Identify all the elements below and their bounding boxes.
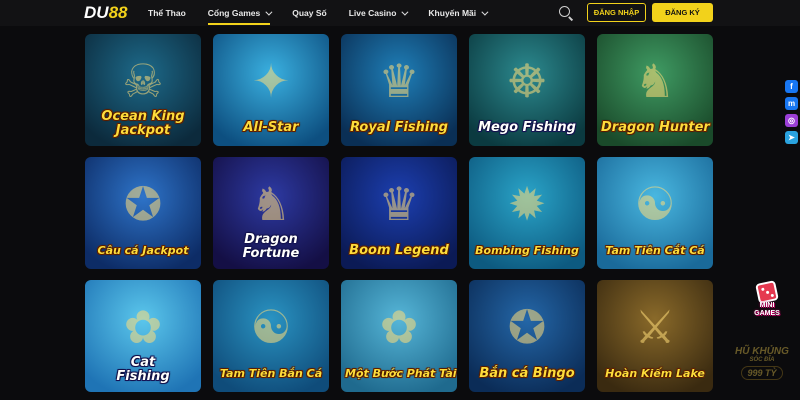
- game-card[interactable]: ♞ Dragon Hunter: [597, 34, 713, 146]
- game-character-icon: ✿: [123, 301, 163, 354]
- game-card[interactable]: ✦ All-Star: [213, 34, 329, 146]
- logo-text: DU: [84, 3, 109, 22]
- jackpot-badge-subtitle: SÓC ĐĨA: [749, 357, 775, 363]
- game-character-icon: ☯: [634, 178, 676, 231]
- chevron-down-icon: [481, 8, 489, 16]
- game-character-icon: ☠: [122, 55, 164, 108]
- game-title: Ocean King Jackpot: [101, 109, 185, 138]
- main-nav: Thể Thao Cổng Games Quay Số Live Casino Khuy…: [148, 0, 508, 26]
- game-card[interactable]: ✪ Bắn cá Bingo: [469, 280, 585, 392]
- game-character-icon: ♞: [634, 55, 676, 108]
- game-card[interactable]: ✹ Bombing Fishing: [469, 157, 585, 269]
- game-card[interactable]: ✿ Cat Fishing: [85, 280, 201, 392]
- game-title: Dragon Fortune: [242, 232, 300, 261]
- top-header: DU 88 Thể Thao Cổng Games Quay Số Live Casin…: [0, 0, 800, 26]
- game-character-icon: ♞: [250, 178, 292, 231]
- instagram-icon[interactable]: ◎: [785, 114, 798, 127]
- facebook-icon[interactable]: f: [785, 80, 798, 93]
- game-title: Boom Legend: [349, 243, 449, 258]
- game-card[interactable]: ♛ Royal Fishing: [341, 34, 457, 146]
- game-card[interactable]: ♛ Boom Legend: [341, 157, 457, 269]
- nav-item-label: Thể Thao: [148, 8, 186, 18]
- game-title: Tam Tiên Bắn Cá: [219, 367, 323, 380]
- nav-item-3[interactable]: Live Casino: [348, 0, 409, 26]
- game-character-icon: ⚔: [634, 301, 676, 354]
- search-icon[interactable]: [558, 5, 574, 21]
- game-character-icon: ✿: [379, 301, 419, 354]
- game-title: Hoàn Kiếm Lake: [605, 367, 705, 380]
- game-title: All-Star: [243, 120, 299, 135]
- mini-games-label: MINI GAMES: [754, 302, 780, 317]
- game-card[interactable]: ☸ Mego Fishing: [469, 34, 585, 146]
- login-button[interactable]: ĐĂNG NHẬP: [587, 3, 646, 22]
- game-grid: ☠ Ocean King Jackpot ✦ All-Star ♛ Royal Fishin…: [85, 34, 714, 400]
- site-logo[interactable]: DU 88: [84, 3, 127, 23]
- nav-item-2[interactable]: Quay Số: [292, 0, 326, 26]
- nav-item-label: Quay Số: [292, 8, 327, 18]
- game-title: Một Bước Phát Tài: [345, 367, 457, 380]
- game-character-icon: ♛: [378, 55, 420, 108]
- game-card[interactable]: ☯ Tam Tiên Cắt Cá: [597, 157, 713, 269]
- game-title: Bombing Fishing: [475, 244, 579, 257]
- game-character-icon: ✦: [251, 55, 291, 108]
- game-title: Dragon Hunter: [601, 120, 710, 135]
- game-card[interactable]: ♞ Dragon Fortune: [213, 157, 329, 269]
- game-title: Royal Fishing: [350, 120, 448, 135]
- nav-item-label: Khuyến Mãi: [428, 8, 477, 18]
- game-title: Bắn cá Bingo: [479, 366, 575, 381]
- messenger-icon[interactable]: m: [785, 97, 798, 110]
- game-card[interactable]: ✪ Câu cá Jackpot: [85, 157, 201, 269]
- register-button[interactable]: ĐĂNG KÝ: [652, 3, 713, 22]
- game-title: Mego Fishing: [478, 120, 576, 135]
- game-character-icon: ✪: [507, 301, 547, 354]
- dice-icon: [755, 280, 779, 304]
- game-character-icon: ☯: [250, 301, 292, 354]
- logo-accent: 88: [108, 3, 128, 22]
- game-card[interactable]: ✿ Một Bước Phát Tài: [341, 280, 457, 392]
- nav-item-0[interactable]: Thể Thao: [148, 0, 186, 26]
- nav-item-1[interactable]: Cổng Games: [207, 0, 273, 26]
- game-character-icon: ♛: [378, 178, 420, 231]
- chevron-down-icon: [401, 8, 409, 16]
- game-card[interactable]: ☠ Ocean King Jackpot: [85, 34, 201, 146]
- jackpot-badge[interactable]: HŨ KHỦNG SÓC ĐĨA 999 TỶ: [731, 346, 793, 390]
- nav-item-4[interactable]: Khuyến Mãi: [428, 0, 489, 26]
- jackpot-badge-title: HŨ KHỦNG: [735, 346, 789, 357]
- mini-games-button[interactable]: MINI GAMES: [748, 280, 786, 320]
- chevron-down-icon: [265, 8, 273, 16]
- nav-item-label: Cổng Games: [207, 8, 261, 18]
- game-character-icon: ✪: [123, 178, 163, 231]
- nav-item-label: Live Casino: [348, 8, 397, 18]
- social-sidebar: f m ◎ ➤: [785, 80, 798, 144]
- game-title: Tam Tiên Cắt Cá: [605, 244, 705, 257]
- game-card[interactable]: ⚔ Hoàn Kiếm Lake: [597, 280, 713, 392]
- game-character-icon: ✹: [507, 178, 547, 231]
- telegram-icon[interactable]: ➤: [785, 131, 798, 144]
- game-character-icon: ☸: [506, 55, 548, 108]
- game-title: Câu cá Jackpot: [97, 244, 189, 257]
- jackpot-badge-amount: 999 TỶ: [741, 366, 783, 380]
- game-title: Cat Fishing: [116, 355, 170, 384]
- game-card[interactable]: ☯ Tam Tiên Bắn Cá: [213, 280, 329, 392]
